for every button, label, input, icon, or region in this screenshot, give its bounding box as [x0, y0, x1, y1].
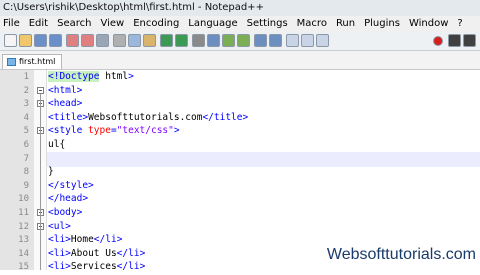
toolbar — [0, 32, 480, 51]
all-chars-icon[interactable] — [301, 34, 314, 47]
line-number: 8 — [23, 167, 29, 178]
menu-settings[interactable]: Settings — [247, 18, 288, 29]
tab-label: first.html — [19, 57, 56, 66]
code-text: <body> — [48, 207, 83, 218]
line-number: 11 — [18, 208, 29, 218]
close-icon[interactable] — [66, 34, 79, 47]
line-number: 13 — [18, 235, 29, 246]
line-number: 12 — [18, 221, 29, 232]
menu-file[interactable]: File — [3, 18, 20, 29]
sync-v-icon[interactable] — [254, 34, 267, 47]
zoom-out-icon[interactable] — [237, 34, 250, 47]
tab-bar: first.html — [0, 51, 480, 70]
code-text: <html> — [48, 84, 83, 96]
print-icon[interactable] — [96, 34, 109, 47]
line-number: 9 — [23, 180, 29, 191]
fold-guide — [40, 93, 41, 271]
undo-icon[interactable] — [160, 34, 173, 47]
code-text: <!Doctype html> — [48, 71, 134, 82]
menu-help[interactable]: ? — [457, 18, 462, 29]
replace-icon[interactable] — [207, 34, 220, 47]
line-number: 3 — [23, 99, 29, 110]
code-text: } — [48, 166, 54, 178]
line-number: 2 — [23, 85, 29, 96]
menu-plugins[interactable]: Plugins — [364, 18, 400, 29]
line-number: 7 — [23, 153, 29, 164]
code-text: ul{ — [48, 139, 66, 150]
code-text: <li>Home</li> — [48, 234, 123, 246]
code-text: <ul> — [48, 220, 71, 232]
line-number: 10 — [18, 194, 29, 205]
code-text: <style type="text/css"> — [48, 125, 180, 137]
menu-bar: File Edit Search View Encoding Language … — [0, 16, 480, 32]
cut-icon[interactable] — [113, 34, 126, 47]
code-text: <head> — [48, 98, 83, 110]
find-icon[interactable] — [192, 34, 205, 47]
menu-language[interactable]: Language — [188, 18, 237, 29]
wrap-icon[interactable] — [286, 34, 299, 47]
title-bar: C:\Users\rishik\Desktop\html\first.html … — [0, 0, 480, 16]
line-number: 6 — [23, 140, 29, 150]
code-text: </head> — [48, 193, 89, 205]
tab-first-html[interactable]: first.html — [2, 54, 62, 69]
line-number: 4 — [23, 112, 29, 123]
stop-macro-icon[interactable] — [448, 34, 461, 47]
watermark: Websofttutorials.com — [326, 246, 476, 263]
line-number: 15 — [18, 262, 29, 273]
line-number: 1 — [23, 72, 29, 82]
code-editor[interactable]: 1 <!Doctype html> 2 <html> 3 <head> 4 <title>We… — [0, 70, 480, 273]
menu-window[interactable]: Window — [409, 18, 448, 29]
menu-edit[interactable]: Edit — [29, 18, 48, 29]
code-text: </style> — [48, 179, 94, 191]
save-icon[interactable] — [34, 34, 47, 47]
code-text: <li>Services</li> — [48, 261, 146, 273]
line-number: 5 — [23, 126, 29, 137]
record-macro-icon[interactable] — [433, 36, 443, 46]
window-title: C:\Users\rishik\Desktop\html\first.html … — [3, 2, 264, 13]
file-icon — [7, 58, 16, 66]
save-all-icon[interactable] — [49, 34, 62, 47]
paste-icon[interactable] — [143, 34, 156, 47]
menu-macro[interactable]: Macro — [297, 18, 327, 29]
play-macro-icon[interactable] — [463, 34, 476, 47]
code-text: <li>About Us</li> — [48, 247, 146, 259]
new-file-icon[interactable] — [4, 34, 17, 47]
redo-icon[interactable] — [175, 34, 188, 47]
line-number: 14 — [18, 248, 29, 259]
menu-view[interactable]: View — [100, 18, 124, 29]
copy-icon[interactable] — [128, 34, 141, 47]
code-text: <title>Websofttutorials.com</title> — [48, 111, 249, 123]
menu-run[interactable]: Run — [336, 18, 355, 29]
fold-toggle-icon[interactable] — [37, 86, 44, 94]
close-all-icon[interactable] — [81, 34, 94, 47]
menu-encoding[interactable]: Encoding — [133, 18, 179, 29]
sync-h-icon[interactable] — [269, 34, 282, 47]
open-file-icon[interactable] — [19, 34, 32, 47]
indent-guide-icon[interactable] — [316, 34, 329, 47]
zoom-in-icon[interactable] — [222, 34, 235, 47]
menu-search[interactable]: Search — [57, 18, 91, 29]
